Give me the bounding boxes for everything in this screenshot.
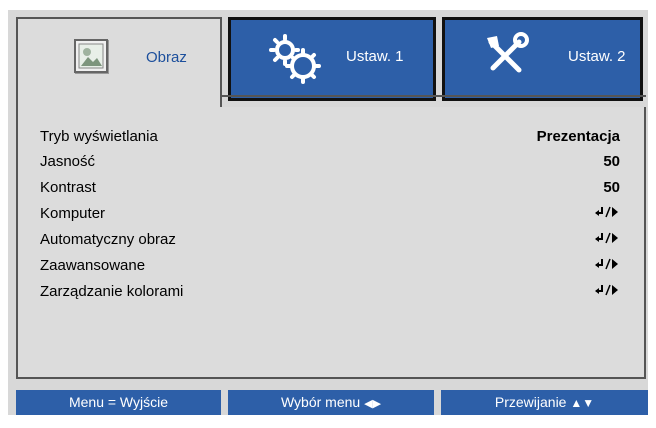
menu-item-label: Automatyczny obraz xyxy=(40,231,176,248)
panel-divider xyxy=(222,95,646,97)
picture-icon xyxy=(74,39,108,73)
hint-label: Menu = Wyjście xyxy=(68,394,169,410)
gears-icon xyxy=(267,30,323,86)
hint-scroll: Przewijanie ▲▼ xyxy=(441,390,648,415)
menu-item-label: Zarządzanie kolorami xyxy=(40,283,184,300)
tab-ustaw-1[interactable]: Ustaw. 1 xyxy=(228,17,436,101)
menu-item-automatyczny-obraz[interactable]: Automatyczny obraz xyxy=(40,231,620,253)
hint-menu-select: Wybór menu ◀▶ xyxy=(228,390,434,415)
menu-panel: Tryb wyświetlania Prezentacja Jasność 50… xyxy=(16,107,646,379)
menu-item-label: Zaawansowane xyxy=(40,257,146,274)
hint-label: Wybór menu xyxy=(280,394,361,410)
enter-submenu-icon xyxy=(594,205,620,223)
left-right-arrows-icon: ◀▶ xyxy=(364,398,382,410)
up-down-arrows-icon: ▲▼ xyxy=(570,396,595,410)
tab-obraz[interactable]: Obraz xyxy=(16,17,222,109)
footer-hint-bar: Menu = Wyjście Wybór menu ◀▶ Przewijanie… xyxy=(16,390,648,415)
menu-item-kontrast[interactable]: Kontrast 50 xyxy=(40,179,620,201)
tab-label: Obraz xyxy=(146,49,187,66)
osd-menu: Obraz Ustaw. 1 Ustaw. 2 Tryb wyświetlani… xyxy=(8,10,648,415)
tab-label: Ustaw. 2 xyxy=(568,48,626,65)
menu-item-komputer[interactable]: Komputer xyxy=(40,205,620,227)
menu-item-label: Kontrast xyxy=(40,179,96,196)
menu-item-value: Prezentacja xyxy=(536,128,620,145)
menu-item-zaawansowane[interactable]: Zaawansowane xyxy=(40,257,620,279)
tools-icon xyxy=(481,32,529,80)
menu-item-tryb-wyswietlania[interactable]: Tryb wyświetlania Prezentacja xyxy=(40,128,620,150)
menu-item-jasnosc[interactable]: Jasność 50 xyxy=(40,153,620,175)
menu-item-value: 50 xyxy=(603,153,620,170)
menu-item-zarzadzanie-kolorami[interactable]: Zarządzanie kolorami xyxy=(40,283,620,305)
menu-item-value: 50 xyxy=(603,179,620,196)
hint-menu-exit: Menu = Wyjście xyxy=(16,390,221,415)
enter-submenu-icon xyxy=(594,231,620,249)
menu-item-label: Jasność xyxy=(40,153,96,170)
menu-item-label: Komputer xyxy=(40,205,106,222)
enter-submenu-icon xyxy=(594,283,620,301)
enter-submenu-icon xyxy=(594,257,620,275)
menu-item-label: Tryb wyświetlania xyxy=(40,128,158,145)
tab-label: Ustaw. 1 xyxy=(346,48,404,65)
tab-ustaw-2[interactable]: Ustaw. 2 xyxy=(442,17,643,101)
hint-label: Przewijanie xyxy=(494,394,567,410)
